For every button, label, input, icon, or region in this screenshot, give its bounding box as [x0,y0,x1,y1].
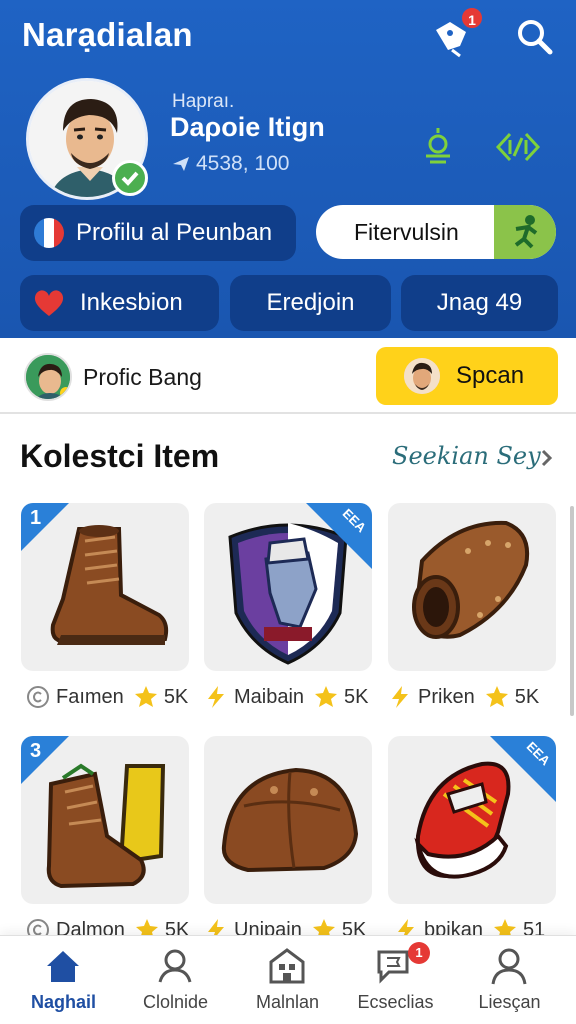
eredjoin-button[interactable]: Eredjoin [230,275,391,331]
lamp-icon[interactable] [414,126,462,168]
nav-item-liescan[interactable]: Liesçan [452,936,567,1024]
nav-label: Ecseclias [357,992,434,1012]
home-icon [47,951,79,982]
nav-item-ecseclias[interactable]: 1 Ecseclias [338,936,453,1024]
nav-label: Malnlan [255,992,320,1012]
send-icon [172,156,190,172]
leather-cap-image [221,767,359,873]
spcan-label: Spcan [456,362,525,389]
item-name: Maibain [234,685,305,708]
item-name: Faımen [56,685,124,708]
nav-item-malnlan[interactable]: Malnlan [230,936,345,1024]
item-badge: 1 [30,507,42,529]
app-title: Narạdialan [22,16,193,53]
profile-header: Narạdialan 1 Hapraı. Daροie Itign 4538, … [0,0,576,338]
item-card-sneaker[interactable]: EEA [388,736,556,904]
nav-item-home[interactable]: Naghail [6,936,121,1024]
nav-label: Liesçan [478,992,541,1012]
swap-arrows-icon[interactable] [494,126,542,168]
item-card-helmet[interactable] [204,736,372,904]
inkesbion-label: Inkesbion [80,289,183,316]
building-icon [269,948,305,984]
item-badge: 3 [30,740,42,762]
jnag-button[interactable]: Jnag 49 [401,275,558,331]
profile-pill-label: Profilu al Peunban [76,219,273,246]
heart-icon [32,288,66,318]
nav-item-clolnide[interactable]: Clolnide [118,936,233,1024]
item-rating: 5K [514,685,540,708]
item-badge-corner [21,736,69,784]
profile-caption: Hapraı. [172,91,235,112]
star-icon [134,685,158,709]
inkesbion-button[interactable]: Inkesbion [20,275,219,331]
section-title: Kolestci Item [20,438,220,474]
nav-badge: 1 [408,942,430,964]
lightning-icon [204,685,228,709]
search-icon[interactable] [514,16,556,58]
item-card-shield[interactable]: EEA [204,503,372,671]
verified-check-icon [112,160,148,196]
user-icon [158,949,192,983]
star-icon [314,685,338,709]
star-icon [485,685,509,709]
filter-pill-label: Fitervulsin [354,219,459,245]
profile-pill-button[interactable]: Profilu al Peunban [20,205,296,261]
spcan-button[interactable]: Spcan [376,347,558,405]
jnag-label: Jnag 49 [436,289,523,316]
item-meta: Priken 5K [388,682,539,712]
item-badge-corner [306,503,372,569]
profile-bar-label: Profic Bang [83,364,202,390]
item-meta: Faımen 5K [26,682,188,712]
user-name: Daροie Itign [170,112,325,142]
eredjoin-label: Eredjoin [266,289,355,316]
profile-bar: Profic Bang Spcan [0,338,576,414]
notification-badge: 1 [460,6,484,30]
face-icon [404,358,440,394]
leather-bracer-image [412,520,529,639]
item-meta: Maibain 5K [204,682,369,712]
filter-pill-button[interactable]: Fitervulsin [316,205,556,259]
scrollbar[interactable] [570,506,574,716]
lightning-icon [388,685,412,709]
copyright-icon [26,685,50,709]
nav-label: Clolnide [142,992,209,1012]
item-card-bracer[interactable] [388,503,556,671]
item-rating: 5K [344,685,369,708]
item-badge-corner [21,503,69,551]
chevron-right-icon[interactable] [540,449,554,467]
item-card-boot[interactable]: 1 [21,503,189,671]
item-badge-corner [490,736,556,802]
see-all-link[interactable]: Seekian Sey [392,442,541,470]
profile-icon [491,948,527,985]
user-stat: 4538, 100 [196,152,290,175]
bottom-nav: Naghail Clolnide Malnlan 1 Ecseclias Lie… [0,935,576,1024]
item-card-boots-pair[interactable]: 3 [21,736,189,904]
nav-label: Naghail [30,992,96,1012]
item-rating: 5K [163,685,189,708]
flag-icon [34,218,64,248]
mini-avatar[interactable] [24,353,72,401]
item-name: Priken [418,685,475,708]
runner-icon [494,205,556,259]
